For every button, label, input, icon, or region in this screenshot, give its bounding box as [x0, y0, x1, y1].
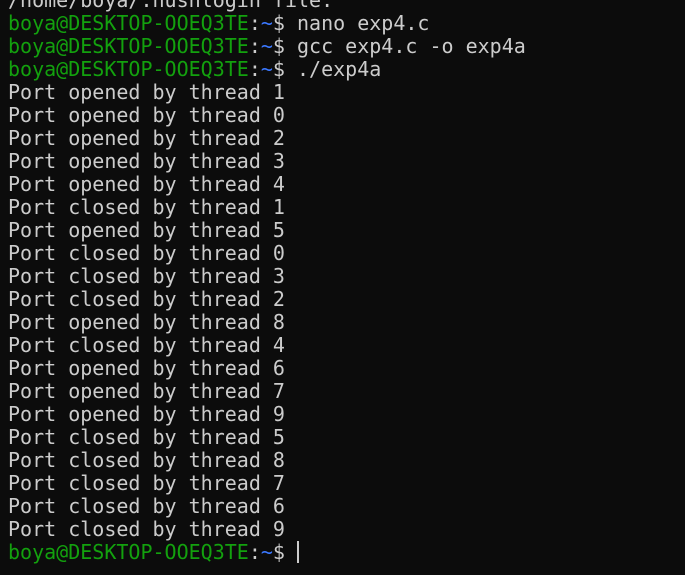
output-line: Port closed by thread 9: [8, 517, 285, 541]
prompt-symbol: $: [272, 34, 285, 58]
output-line: Port opened by thread 2: [8, 126, 285, 150]
output-line: Port opened by thread 6: [8, 356, 285, 380]
prompt-separator: :: [248, 57, 261, 81]
output-line: Port closed by thread 1: [8, 195, 285, 219]
command-text: nano exp4.c: [297, 11, 430, 35]
prompt-path: ~: [260, 540, 273, 564]
prompt-line: boya@DESKTOP-OOEQ3TE:~$ ./exp4a: [8, 58, 526, 81]
output-line: Port opened by thread 0: [8, 103, 285, 127]
output-line: Port opened by thread 1: [8, 80, 285, 104]
output-line: Port closed by thread 8: [8, 448, 285, 472]
text-cursor[interactable]: [296, 541, 299, 563]
terminal-window[interactable]: /home/boya/.hushlogin file. boya@DESKTOP…: [0, 0, 685, 575]
active-prompt-line[interactable]: boya@DESKTOP-OOEQ3TE:~$: [8, 541, 526, 564]
prompt-symbol: $: [272, 540, 285, 564]
output-line: Port opened by thread 9: [8, 402, 285, 426]
prompt-separator: :: [248, 34, 261, 58]
output-line: Port opened by thread 3: [8, 149, 285, 173]
output-line: Port closed by thread 4: [8, 333, 285, 357]
prompt-symbol: $: [272, 57, 285, 81]
prompt-line: boya@DESKTOP-OOEQ3TE:~$ nano exp4.c: [8, 12, 526, 35]
prompt-path: ~: [260, 57, 273, 81]
output-line: Port closed by thread 6: [8, 494, 285, 518]
terminal-lines: /home/boya/.hushlogin file. boya@DESKTOP…: [8, 0, 526, 564]
prompt-path: ~: [260, 11, 273, 35]
output-line: Port opened by thread 5: [8, 218, 285, 242]
output-line: Port opened by thread 8: [8, 310, 285, 334]
prompt-user-host: boya@DESKTOP-OOEQ3TE: [8, 11, 249, 35]
output-line: Port closed by thread 5: [8, 425, 285, 449]
prompt-user-host: boya@DESKTOP-OOEQ3TE: [8, 34, 249, 58]
prompt-line: boya@DESKTOP-OOEQ3TE:~$ gcc exp4.c -o ex…: [8, 35, 526, 58]
prompt-user-host: boya@DESKTOP-OOEQ3TE: [8, 57, 249, 81]
command-text: gcc exp4.c -o exp4a: [297, 34, 526, 58]
prompt-separator: :: [248, 540, 261, 564]
output-line: Port closed by thread 7: [8, 471, 285, 495]
prompt-path: ~: [260, 34, 273, 58]
prompt-symbol: $: [272, 11, 285, 35]
prompt-user-host: boya@DESKTOP-OOEQ3TE: [8, 540, 249, 564]
command-text: ./exp4a: [297, 57, 382, 81]
prompt-separator: :: [248, 11, 261, 35]
output-line: Port closed by thread 3: [8, 264, 285, 288]
output-line: Port opened by thread 7: [8, 379, 285, 403]
output-line: Port opened by thread 4: [8, 172, 285, 196]
output-line: Port closed by thread 2: [8, 287, 285, 311]
output-line: Port closed by thread 0: [8, 241, 285, 265]
